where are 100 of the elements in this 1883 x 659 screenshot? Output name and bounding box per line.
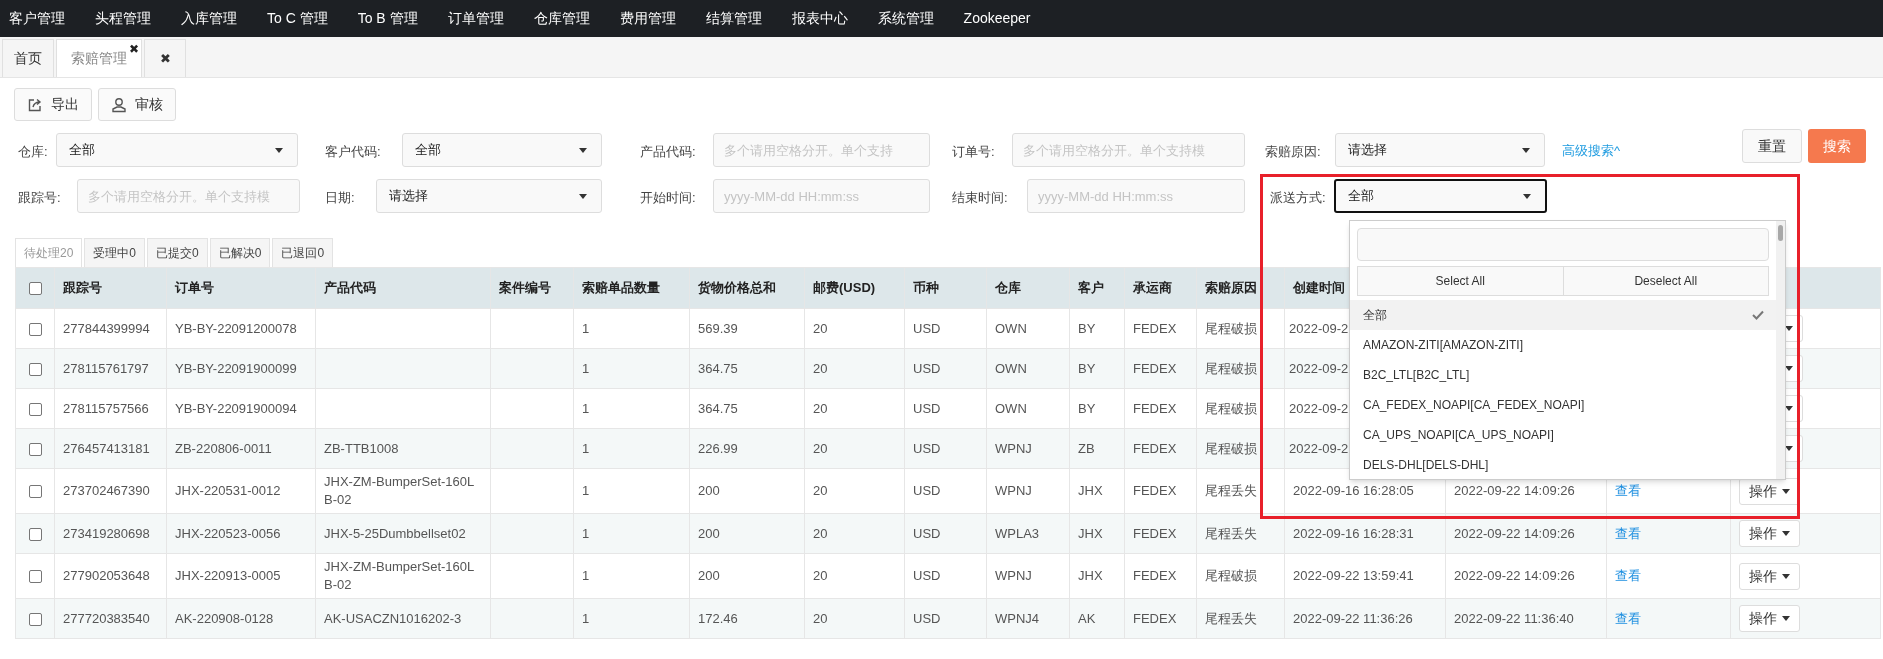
toolbar-button[interactable]: 导出 bbox=[14, 88, 92, 121]
select-all-button[interactable]: Select All bbox=[1357, 266, 1564, 296]
table-cell: JHX-ZM-BumperSet-160LB-02 bbox=[324, 559, 475, 592]
table-cell: OWN bbox=[995, 320, 1027, 336]
select-field[interactable]: 全部 bbox=[402, 133, 602, 167]
table-cell: 2022-09-22 11:36:40 bbox=[1454, 610, 1574, 626]
dropdown-option[interactable]: DELS-DHL[DELS-DHL] bbox=[1350, 450, 1776, 479]
table-cell: 20 bbox=[813, 568, 828, 583]
checkbox[interactable] bbox=[28, 527, 42, 541]
checkbox[interactable] bbox=[28, 282, 42, 296]
nav-item[interactable]: 头程管理 bbox=[95, 8, 151, 29]
table-cell: 273419280698 bbox=[63, 525, 150, 541]
close-icon[interactable]: ✖ bbox=[159, 48, 171, 69]
table-cell: 2022-09-22 14:09:26 bbox=[1454, 568, 1575, 583]
status-tab[interactable]: 已解决0 bbox=[209, 238, 271, 268]
table-cell: 20 bbox=[813, 610, 828, 626]
table-cell: BY bbox=[1078, 360, 1096, 376]
table-cell: 尾程破损 bbox=[1205, 400, 1257, 416]
table-cell: 364.75 bbox=[698, 360, 738, 376]
caret-icon bbox=[1785, 326, 1793, 331]
dropdown-option[interactable]: CA_UPS_NOAPI[CA_UPS_NOAPI] bbox=[1350, 420, 1776, 450]
nav-item[interactable]: 系统管理 bbox=[877, 8, 934, 29]
nav-item[interactable]: 订单管理 bbox=[447, 8, 504, 29]
table-cell: 2022-09-2 bbox=[1289, 360, 1349, 376]
table-cell: FEDEX bbox=[1133, 483, 1177, 498]
table-cell: JHX-220531-0012 bbox=[175, 483, 281, 498]
status-tab[interactable]: 已提交0 bbox=[147, 238, 208, 268]
checkbox[interactable] bbox=[28, 612, 42, 626]
field-label: 客户代码: bbox=[325, 143, 381, 161]
field-label: 产品代码: bbox=[640, 143, 696, 161]
table-cell: USD bbox=[913, 320, 941, 336]
dropdown-option[interactable]: CA_FEDEX_NOAPI[CA_FEDEX_NOAPI] bbox=[1350, 390, 1776, 420]
checkbox[interactable] bbox=[28, 362, 42, 376]
nav-item[interactable]: Zookeeper bbox=[963, 8, 1031, 29]
checkbox[interactable] bbox=[28, 322, 42, 336]
table-cell: JHX-220523-0056 bbox=[175, 525, 281, 541]
nav-item[interactable]: 客户管理 bbox=[9, 8, 65, 29]
share-icon bbox=[27, 96, 43, 113]
tab[interactable]: 索赔管理✖ bbox=[56, 39, 142, 77]
checkbox[interactable] bbox=[28, 442, 42, 456]
check-icon bbox=[1752, 310, 1764, 320]
table-cell: 2022-09-2 bbox=[1289, 400, 1349, 416]
user-icon bbox=[111, 96, 127, 113]
table-cell: 569.39 bbox=[698, 320, 738, 336]
dropdown-option[interactable]: AMAZON-ZITI[AMAZON-ZITI] bbox=[1350, 330, 1776, 360]
field-label: 仓库: bbox=[18, 143, 48, 161]
action-button[interactable]: 操作 bbox=[1739, 562, 1800, 590]
checkbox[interactable] bbox=[28, 485, 42, 499]
select-field[interactable]: 全部 bbox=[1334, 179, 1547, 213]
status-tab[interactable]: 已退回0 bbox=[272, 238, 334, 268]
table-cell: AK bbox=[1078, 610, 1096, 626]
nav-item[interactable]: To B 管理 bbox=[357, 8, 418, 29]
caret-icon bbox=[1782, 616, 1790, 621]
select-all-button[interactable]: Deselect All bbox=[1563, 266, 1769, 296]
tab[interactable]: 首页 bbox=[2, 39, 54, 77]
table-cell: FEDEX bbox=[1133, 525, 1177, 541]
dropdown-option[interactable]: B2C_LTL[B2C_LTL] bbox=[1350, 360, 1776, 390]
table-cell: 200 bbox=[698, 525, 720, 541]
view-link[interactable]: 查看 bbox=[1615, 568, 1641, 584]
table-cell: ZB bbox=[1078, 440, 1095, 456]
column-header: 跟踪号 bbox=[63, 280, 102, 296]
search-field[interactable] bbox=[1357, 228, 1769, 261]
view-link[interactable]: 查看 bbox=[1615, 483, 1641, 499]
nav-item[interactable]: 仓库管理 bbox=[533, 8, 590, 29]
nav-item[interactable]: 入库管理 bbox=[181, 8, 237, 29]
scrollbar-thumb[interactable] bbox=[1778, 225, 1783, 241]
table-cell: 200 bbox=[698, 483, 720, 498]
tab[interactable]: ✖ bbox=[144, 39, 186, 77]
status-tab[interactable]: 受理中0 bbox=[84, 238, 146, 268]
action-button[interactable]: 操作 bbox=[1739, 520, 1800, 547]
table-cell: 278115761797 bbox=[63, 360, 149, 376]
table-cell: 尾程破损 bbox=[1205, 360, 1257, 376]
table-cell: BY bbox=[1078, 400, 1096, 416]
nav-item[interactable]: To C 管理 bbox=[267, 8, 328, 29]
nav-item[interactable]: 费用管理 bbox=[619, 8, 676, 29]
checkbox[interactable] bbox=[28, 570, 42, 584]
dropdown-option[interactable]: 全部 bbox=[1350, 300, 1776, 330]
column-header: 币种 bbox=[913, 280, 939, 296]
nav-item[interactable]: 报表中心 bbox=[791, 8, 848, 29]
column-header: 案件编号 bbox=[499, 280, 551, 296]
table-cell: 226.99 bbox=[698, 440, 738, 456]
table-cell: 尾程丢失 bbox=[1205, 610, 1257, 626]
table-cell: FEDEX bbox=[1133, 568, 1177, 583]
close-icon[interactable]: ✖ bbox=[129, 40, 139, 58]
reset-button[interactable]: 重置 bbox=[1742, 129, 1802, 163]
nav-item[interactable]: 结算管理 bbox=[705, 8, 762, 29]
select-field[interactable]: 请选择 bbox=[376, 179, 602, 213]
toolbar-button[interactable]: 审核 bbox=[98, 88, 176, 121]
select-field[interactable]: 全部 bbox=[56, 133, 298, 167]
table-cell: 尾程丢失 bbox=[1205, 525, 1257, 541]
table-cell: 276457413181 bbox=[63, 440, 150, 456]
table-cell: 278115757566 bbox=[63, 400, 149, 416]
checkbox[interactable] bbox=[28, 402, 42, 416]
table-cell: 277720383540 bbox=[63, 610, 150, 626]
action-button[interactable]: 操作 bbox=[1739, 605, 1800, 632]
field-label: 索赔原因: bbox=[1265, 143, 1321, 161]
table-cell: 200 bbox=[698, 568, 720, 583]
table-cell: 273702467390 bbox=[63, 483, 150, 498]
caret-icon bbox=[275, 147, 283, 153]
select-field[interactable]: 请选择 bbox=[1335, 133, 1545, 167]
